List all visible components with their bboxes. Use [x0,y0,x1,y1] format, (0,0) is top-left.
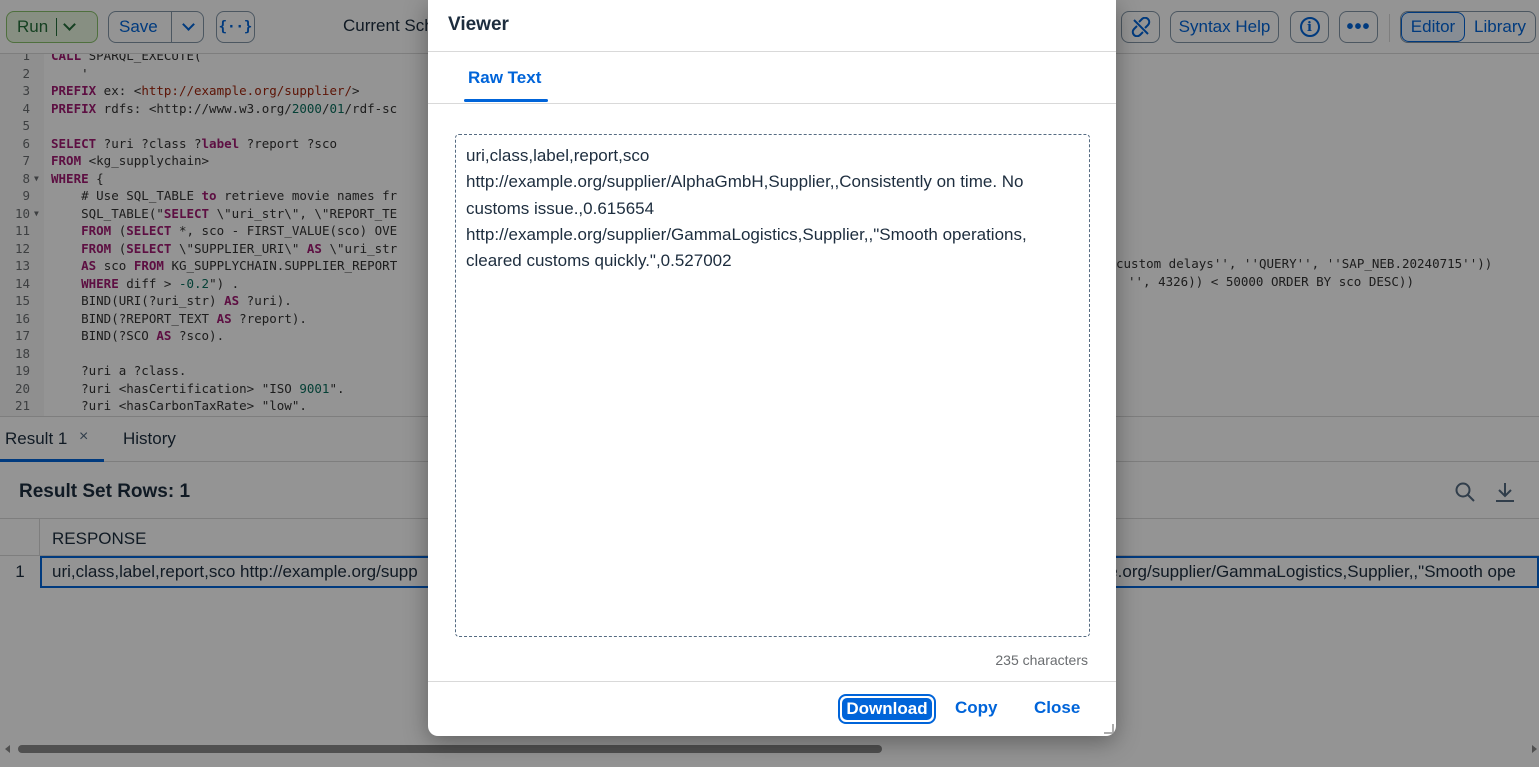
dialog-divider [428,103,1116,104]
active-tab-indicator [464,99,548,102]
raw-text-area[interactable]: uri,class,label,report,sco http://exampl… [455,134,1090,637]
download-button-label: Download [842,698,932,720]
dialog-divider [428,51,1116,52]
dialog-title: Viewer [448,14,509,35]
download-button[interactable]: Download [838,694,936,724]
resize-handle-icon[interactable] [1104,724,1114,734]
viewer-dialog: Viewer Raw Text uri,class,label,report,s… [428,0,1116,736]
copy-button[interactable]: Copy [955,698,998,718]
tab-raw-text[interactable]: Raw Text [468,68,541,88]
character-count: 235 characters [995,652,1088,668]
dialog-footer-divider [428,681,1116,682]
close-button[interactable]: Close [1034,698,1080,718]
